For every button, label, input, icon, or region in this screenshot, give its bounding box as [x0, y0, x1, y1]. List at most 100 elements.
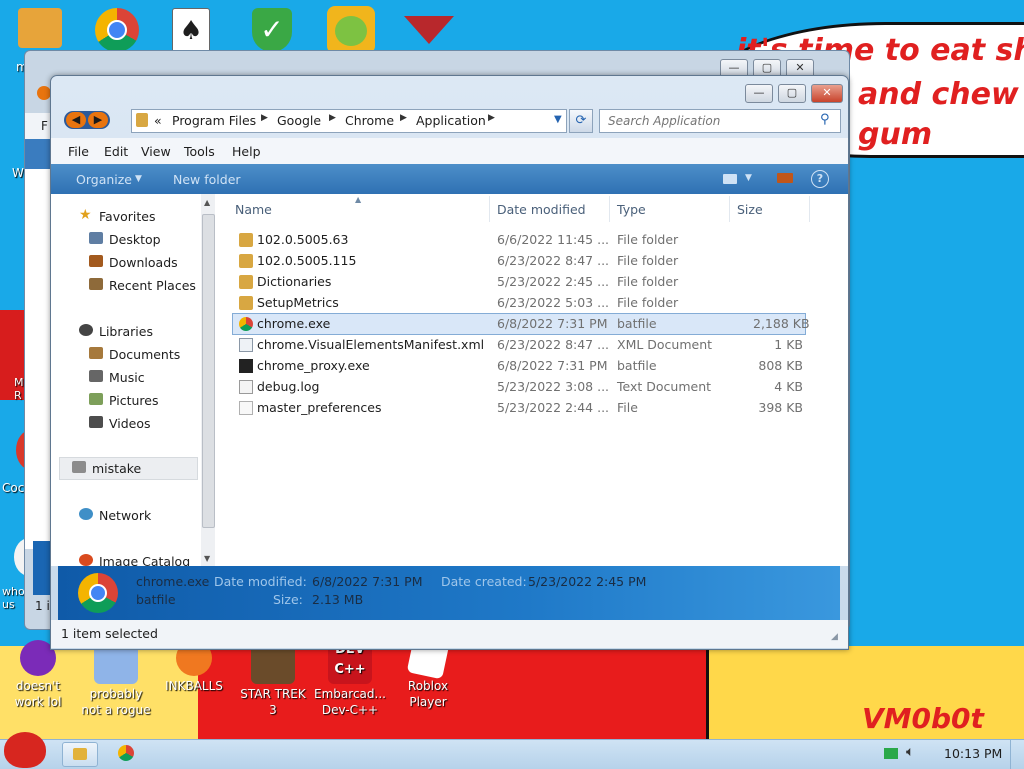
scroll-up-icon[interactable]: ▲	[204, 198, 210, 207]
network-tray-icon[interactable]	[884, 748, 898, 759]
xml-file-icon	[239, 338, 253, 352]
desktop-icon-doesnt-work[interactable]: doesn't work lol	[2, 640, 74, 710]
breadcrumb-program-files[interactable]: Program Files	[172, 113, 256, 128]
volume-icon[interactable]: 🔈︎	[906, 744, 914, 760]
file-row[interactable]: SetupMetrics 6/23/2022 5:03 ... File fol…	[233, 293, 805, 313]
search-box[interactable]: ⚲	[599, 109, 841, 133]
taskbar: 🔈︎ 10:13 PM	[0, 732, 1024, 769]
organize-button[interactable]: Organize	[76, 172, 132, 187]
breadcrumb-separator-icon[interactable]: ▶	[261, 113, 268, 123]
file-row[interactable]: 102.0.5005.115 6/23/2022 8:47 ... File f…	[233, 251, 805, 271]
wallpaper-signature: VM0b0t	[862, 702, 984, 735]
content-area: ★ Favorites Desktop Downloads Recent Pla…	[51, 194, 848, 566]
chrome-icon	[78, 573, 118, 613]
nav-music[interactable]: Music	[51, 367, 201, 387]
explorer-window[interactable]: — ▢ ✕ ◀ ▶ « Program Files ▶ Google ▶ Chr…	[50, 75, 849, 650]
security-shield-icon[interactable]: ✓	[252, 8, 292, 52]
nav-image-catalog[interactable]: Image Catalog	[51, 551, 201, 566]
nav-favorites[interactable]: ★ Favorites	[51, 206, 201, 226]
breadcrumb-separator-icon[interactable]: ▶	[329, 113, 336, 123]
column-header-type[interactable]: Type	[617, 202, 646, 217]
solitaire-icon[interactable]: ♠	[172, 8, 210, 54]
details-date-created-label: Date created:	[441, 574, 527, 589]
column-header-name[interactable]: Name	[235, 202, 272, 217]
nav-pictures[interactable]: Pictures	[51, 390, 201, 410]
resize-grip-icon[interactable]: ◢	[831, 632, 838, 642]
show-desktop-button[interactable]	[1010, 740, 1024, 769]
menu-help[interactable]: Help	[232, 144, 261, 159]
start-button-angry-bird-icon[interactable]	[4, 732, 46, 768]
menu-edit[interactable]: Edit	[104, 144, 128, 159]
star-trek-emblem-icon[interactable]	[404, 16, 454, 44]
command-bar: Organize ▼ New folder ▼ ?	[51, 164, 848, 194]
menu-file[interactable]: File	[68, 144, 89, 159]
breadcrumb-application[interactable]: Application	[416, 113, 486, 128]
file-row[interactable]: debug.log 5/23/2022 3:08 ... Text Docume…	[233, 377, 805, 397]
nav-libraries[interactable]: Libraries	[51, 321, 201, 341]
search-icon[interactable]: ⚲	[820, 112, 830, 127]
nav-recent-places[interactable]: Recent Places	[51, 275, 201, 295]
folder-icon	[73, 748, 87, 760]
text-file-icon	[239, 380, 253, 394]
column-header-date[interactable]: Date modified	[497, 202, 586, 217]
breadcrumb-separator-icon[interactable]: ▶	[400, 113, 407, 123]
nav-network[interactable]: Network	[51, 505, 201, 525]
maximize-button[interactable]: ▢	[778, 84, 806, 103]
file-row[interactable]: Dictionaries 5/23/2022 2:45 ... File fol…	[233, 272, 805, 292]
back-button[interactable]: ◀	[66, 112, 86, 128]
partial-icon-label[interactable]: W	[12, 166, 24, 180]
breadcrumb-chrome[interactable]: Chrome	[345, 113, 394, 128]
breadcrumb-separator-icon[interactable]: ▶	[488, 113, 495, 123]
nav-scroll-thumb[interactable]	[202, 214, 215, 528]
details-date-modified: 6/8/2022 7:31 PM	[312, 574, 423, 589]
forward-button[interactable]: ▶	[88, 112, 108, 128]
folder-icon	[239, 254, 253, 268]
chrome-desktop-icon[interactable]	[95, 8, 139, 52]
taskbar-chrome-icon[interactable]	[118, 745, 134, 761]
file-row[interactable]: master_preferences 5/23/2022 2:44 ... Fi…	[233, 398, 805, 418]
menu-view[interactable]: View	[141, 144, 171, 159]
search-input[interactable]	[600, 110, 816, 132]
taskbar-explorer-button[interactable]	[62, 742, 98, 767]
organize-dropdown-icon[interactable]: ▼	[135, 174, 142, 184]
menu-tools[interactable]: Tools	[184, 144, 215, 159]
file-row[interactable]: 102.0.5005.63 6/6/2022 11:45 ... File fo…	[233, 230, 805, 250]
nav-mistake[interactable]: mistake	[59, 457, 198, 480]
scroll-down-icon[interactable]: ▼	[204, 554, 210, 563]
network-icon	[79, 508, 93, 520]
help-icon[interactable]: ?	[811, 170, 829, 188]
desktop-icon-dev-cpp[interactable]: DEVC++ Embarcad... Dev-C++	[314, 640, 386, 718]
file-row[interactable]: chrome_proxy.exe 6/8/2022 7:31 PM batfil…	[233, 356, 805, 376]
back-nav-arrow-icon[interactable]	[37, 86, 51, 100]
breadcrumb-google[interactable]: Google	[277, 113, 321, 128]
desktop-icon-probably-not-a-rogue[interactable]: probably not a rogue	[80, 640, 152, 718]
nav-arrows: ◀ ▶	[64, 111, 110, 129]
preview-pane-icon[interactable]	[777, 173, 793, 183]
back-menu-partial[interactable]: F	[41, 119, 48, 133]
desktop-app-icon[interactable]	[18, 8, 62, 48]
clock[interactable]: 10:13 PM	[944, 746, 1002, 761]
minimize-button[interactable]: —	[745, 84, 773, 103]
view-dropdown-icon[interactable]: ▼	[745, 173, 752, 183]
refresh-button[interactable]: ⟳	[569, 109, 593, 133]
close-button[interactable]: ✕	[811, 84, 843, 103]
nav-downloads[interactable]: Downloads	[51, 252, 201, 272]
bad-piggies-icon[interactable]	[327, 6, 375, 54]
nav-desktop[interactable]: Desktop	[51, 229, 201, 249]
file-row[interactable]: chrome.VisualElementsManifest.xml 6/23/2…	[233, 335, 805, 355]
desktop-icon-star-trek-3[interactable]: STAR TREK 3	[237, 640, 309, 718]
nav-documents[interactable]: Documents	[51, 344, 201, 364]
address-bar[interactable]: « Program Files ▶ Google ▶ Chrome ▶ Appl…	[131, 109, 567, 133]
desktop-icon-roblox[interactable]: Roblox Player	[392, 636, 464, 710]
view-options-icon[interactable]	[723, 174, 737, 184]
partial-icon-label[interactable]: who us	[2, 585, 26, 611]
address-dropdown-icon[interactable]: ▼	[554, 114, 562, 125]
details-pane: chrome.exe batfile Date modified: 6/8/20…	[58, 566, 840, 620]
nav-videos[interactable]: Videos	[51, 413, 201, 433]
new-folder-button[interactable]: New folder	[173, 172, 241, 187]
file-row-selected[interactable]: chrome.exe 6/8/2022 7:31 PM batfile 2,18…	[232, 313, 810, 335]
column-header-size[interactable]: Size	[737, 202, 763, 217]
partial-icon-label[interactable]: Coc	[2, 481, 24, 495]
breadcrumb-overflow[interactable]: «	[154, 113, 162, 128]
navigation-pane: ★ Favorites Desktop Downloads Recent Pla…	[51, 194, 201, 566]
